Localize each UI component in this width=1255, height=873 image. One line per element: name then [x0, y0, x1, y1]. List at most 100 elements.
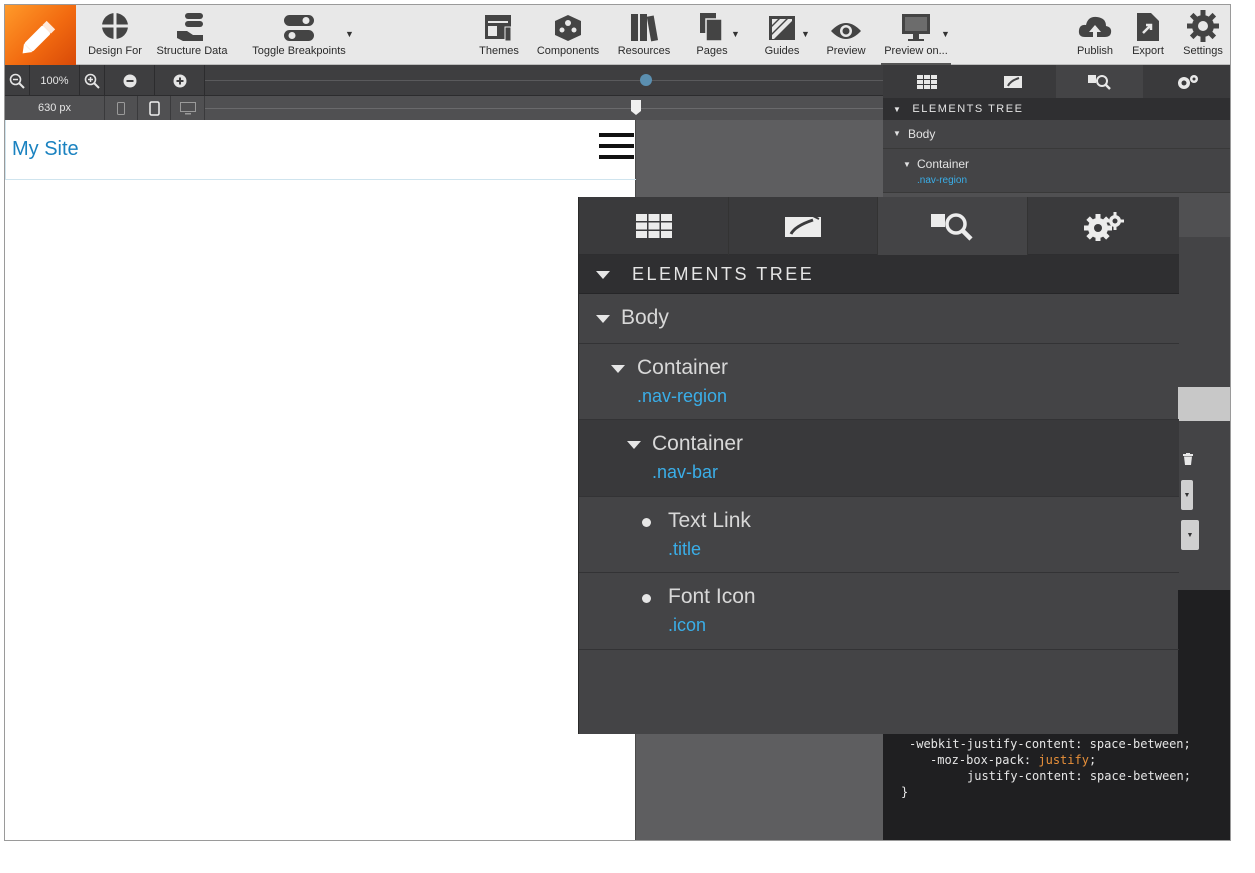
guides-dropdown-caret[interactable]: ▼ [801, 29, 810, 39]
preview-on-dropdown-caret[interactable]: ▼ [941, 29, 950, 39]
css-line: -webkit-justify-content: space-between; [909, 737, 1191, 751]
components-button[interactable]: Components [535, 5, 601, 65]
preview-button[interactable]: Preview [823, 5, 869, 65]
themes-button[interactable]: Themes [477, 5, 521, 65]
trash-icon[interactable] [1183, 453, 1193, 465]
elements-tree-title: ELEMENTS TREE [912, 103, 1024, 115]
tab-styles[interactable] [970, 65, 1056, 98]
app-window: Design For Structure Data Toggle Breakpo… [4, 4, 1231, 841]
themes-icon [485, 15, 512, 42]
tab-blocks[interactable] [883, 65, 970, 98]
tab-settings[interactable] [1143, 65, 1230, 98]
pages-dropdown-caret[interactable]: ▼ [731, 29, 740, 39]
page-canvas: My Site [5, 120, 636, 840]
remove-breakpoint-button[interactable] [105, 65, 155, 96]
tree-item-container[interactable]: ▼ Container .nav-region [883, 149, 1230, 193]
tab-settings[interactable] [1028, 197, 1179, 255]
inspect-icon [1087, 74, 1111, 90]
breakpoint-width[interactable]: 630 px [5, 96, 105, 120]
database-hand-icon [177, 13, 203, 41]
export-icon [1137, 13, 1159, 41]
property-swatch[interactable] [1173, 387, 1230, 421]
publish-button[interactable]: Publish [1073, 5, 1117, 65]
tab-inspector[interactable] [878, 197, 1028, 255]
structure-data-label: Structure Data [156, 45, 228, 57]
tab-blocks[interactable] [579, 197, 729, 255]
guides-icon [769, 16, 795, 40]
tree-item-class: .nav-region [637, 386, 728, 406]
zoom-out-button[interactable] [5, 65, 30, 96]
desktop-icon [179, 101, 196, 114]
width-handle-icon[interactable] [630, 99, 642, 116]
css-line: justify-content: space-between; [967, 769, 1191, 783]
tree-item-class: .icon [668, 615, 707, 635]
cloud-upload-icon [1078, 16, 1112, 39]
site-title-link[interactable]: My Site [12, 138, 79, 161]
tree-item-label: Container [637, 356, 729, 379]
brush-icon [1004, 75, 1022, 88]
toggle-breakpoints-dropdown-caret[interactable]: ▼ [345, 29, 354, 39]
zoom-in-icon [84, 73, 100, 89]
expand-triangle-icon: ▼ [893, 129, 901, 138]
phone-view-button[interactable] [105, 96, 138, 120]
guides-label: Guides [764, 45, 800, 57]
select-dropdown[interactable]: ▼ [1181, 480, 1193, 510]
zoom-out-icon [9, 73, 25, 89]
zoom-controls-bar: 100% [5, 65, 883, 96]
gears-icon [1083, 212, 1124, 241]
tree-item-body[interactable]: Body [579, 294, 1179, 344]
design-for-button[interactable]: Design For [84, 5, 146, 65]
toggle-breakpoints-button[interactable]: Toggle Breakpoints [249, 5, 349, 65]
gears-icon [1177, 74, 1198, 89]
elements-tree-header[interactable]: ELEMENTS TREE [579, 255, 1179, 294]
resources-button[interactable]: Resources [615, 5, 673, 65]
tree-item-container-nav-region[interactable]: Container .nav-region [579, 344, 1179, 420]
tree-item-text-link[interactable]: Text Link .title [579, 497, 1179, 573]
elements-tree-zoom-panel: ELEMENTS TREE Body Container .nav-region… [578, 197, 1179, 734]
expand-triangle-icon [611, 365, 625, 373]
structure-data-button[interactable]: Structure Data [154, 5, 230, 65]
grid-icon [635, 214, 672, 238]
breakpoint-marker[interactable] [640, 74, 652, 86]
elements-tree-header[interactable]: ▼ ELEMENTS TREE [883, 98, 1230, 120]
select-dropdown[interactable]: ▼ [1181, 520, 1199, 550]
zoom-in-button[interactable] [80, 65, 105, 96]
design-for-label: Design For [88, 45, 142, 57]
publish-label: Publish [1076, 45, 1114, 57]
css-line: -moz-box-pack: justify; [930, 753, 1097, 767]
pencil-logo-icon [22, 20, 56, 54]
export-label: Export [1132, 45, 1164, 57]
tree-item-label: Font Icon [668, 585, 756, 608]
expand-triangle-icon [596, 315, 610, 323]
tree-item-font-icon[interactable]: Font Icon .icon [579, 573, 1179, 650]
width-track [205, 108, 883, 109]
bullet-icon [642, 594, 651, 603]
tree-item-label: Container [652, 432, 744, 455]
pages-label: Pages [696, 45, 728, 57]
expand-triangle-icon: ▼ [903, 160, 911, 169]
breakpoint-track [205, 80, 883, 81]
grid-icon [916, 74, 937, 89]
settings-button[interactable]: Settings [1180, 5, 1226, 65]
pages-button[interactable]: Pages [692, 5, 732, 65]
export-button[interactable]: Export [1129, 5, 1167, 65]
tablet-view-button[interactable] [138, 96, 171, 120]
brush-icon [785, 213, 821, 237]
tab-styles[interactable] [729, 197, 878, 255]
app-logo [5, 5, 76, 65]
tree-item-container-nav-bar[interactable]: Container .nav-bar [579, 420, 1179, 497]
tab-inspector[interactable] [1056, 65, 1143, 98]
site-nav-region[interactable]: My Site [5, 120, 636, 180]
gear-icon [1187, 10, 1219, 42]
tree-item-body[interactable]: ▼ Body [883, 120, 1230, 149]
breakpoint-width-bar: 630 px [5, 96, 883, 120]
guides-button[interactable]: Guides [762, 5, 802, 65]
monitor-icon [902, 14, 930, 41]
add-breakpoint-button[interactable] [155, 65, 205, 96]
toggle-breakpoints-label: Toggle Breakpoints [252, 45, 346, 57]
hamburger-menu-icon[interactable] [599, 133, 634, 159]
preview-on-label: Preview on... [884, 45, 948, 57]
desktop-view-button[interactable] [171, 96, 205, 120]
tree-item-class: .nav-region [917, 175, 968, 186]
bullet-icon [642, 518, 651, 527]
